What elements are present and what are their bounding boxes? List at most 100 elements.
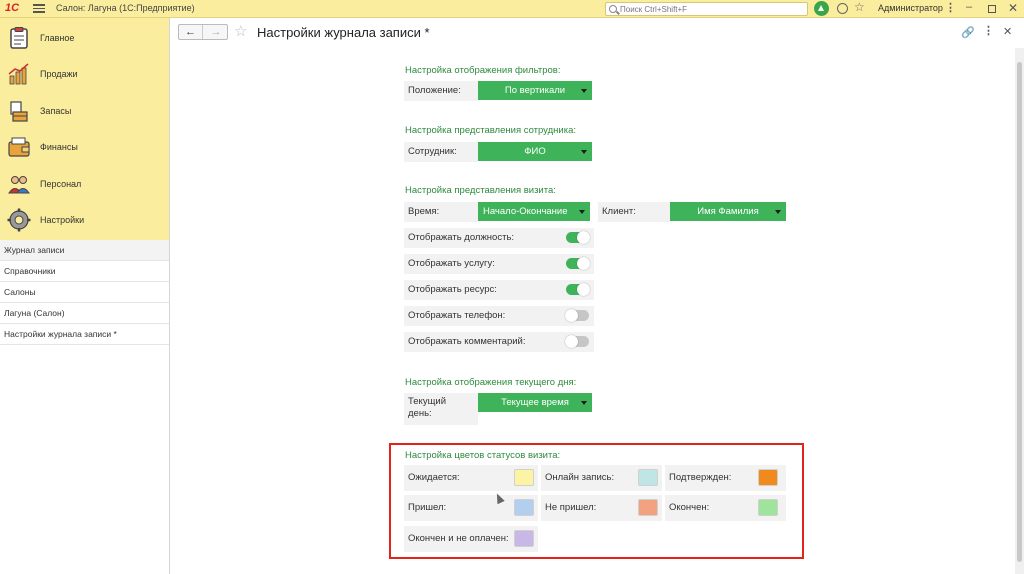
toggle-service-row: Отображать услугу: (404, 254, 594, 274)
section-main[interactable]: Главное (0, 20, 169, 56)
toggle-phone-row: Отображать телефон: (404, 306, 594, 326)
chevron-down-icon (579, 210, 585, 214)
scrollbar-thumb[interactable] (1017, 62, 1022, 562)
position-dropdown[interactable]: По вертикали (478, 81, 592, 100)
status-label: Не пришел: (545, 502, 597, 513)
time-label: Время: (404, 202, 478, 222)
form-header: ← → ☆ Настройки журнала записи * 🔗 ⋮ ✕ (171, 18, 1024, 48)
open-windows-list: Журнал записи Справочники Салоны Лагуна … (0, 240, 169, 345)
status-label: Онлайн запись: (545, 472, 615, 483)
clipboard-icon (10, 27, 28, 49)
section-label: Финансы (40, 142, 78, 153)
status-color-swatch[interactable] (638, 499, 658, 516)
show-position-toggle[interactable] (566, 231, 590, 244)
current-day-label-line1: Текущий (408, 396, 446, 407)
favorite-star-icon[interactable]: ☆ (234, 22, 247, 40)
page-title: Настройки журнала записи * (257, 25, 430, 40)
client-dropdown[interactable]: Имя Фамилия (670, 202, 786, 221)
sections-panel: Главное Продажи Запасы Финансы Персонал … (0, 18, 169, 240)
favorites-icon[interactable]: ☆ (854, 0, 865, 14)
section-label: Запасы (40, 105, 72, 116)
status-color-swatch[interactable] (514, 469, 534, 486)
show-resource-toggle[interactable] (566, 283, 590, 296)
status-label: Пришел: (408, 502, 447, 513)
open-window-item[interactable]: Салоны (0, 282, 169, 303)
stock-box-icon (10, 101, 28, 122)
toggle-label: Отображать услугу: (408, 258, 495, 269)
wallet-icon (8, 137, 30, 157)
status-label: Окончен: (669, 502, 710, 513)
toggle-resource-row: Отображать ресурс: (404, 280, 594, 300)
global-search[interactable] (605, 2, 808, 16)
visit-group-title: Настройка представления визита: (405, 185, 556, 196)
status-label: Ожидается: (408, 472, 460, 483)
client-label: Клиент: (598, 202, 670, 222)
toggle-label: Отображать телефон: (408, 310, 506, 321)
current-user[interactable]: Администратор (878, 3, 943, 13)
open-window-item-active[interactable]: Настройки журнала записи * (0, 324, 169, 345)
position-value: По вертикали (504, 85, 566, 96)
app-title: Салон: Лагуна (1С:Предприятие) (56, 3, 195, 13)
status-color-cell: Онлайн запись: (541, 465, 662, 491)
sidebar: Главное Продажи Запасы Финансы Персонал … (0, 18, 170, 574)
status-color-swatch[interactable] (514, 499, 534, 516)
top-bar: 1С Салон: Лагуна (1С:Предприятие) ☆ Адми… (0, 0, 1024, 18)
notifications-icon[interactable] (814, 1, 829, 16)
current-day-group-title: Настройка отображения текущего дня: (405, 377, 577, 388)
status-color-swatch[interactable] (638, 469, 658, 486)
toggle-comment-row: Отображать комментарий: (404, 332, 594, 352)
chevron-down-icon (775, 210, 781, 214)
filters-group-title: Настройка отображения фильтров: (405, 65, 561, 76)
chevron-down-icon (581, 89, 587, 93)
search-icon (609, 5, 617, 13)
toggle-label: Отображать комментарий: (408, 336, 526, 347)
open-window-item[interactable]: Журнал записи (0, 240, 169, 261)
section-settings[interactable]: Настройки (0, 202, 169, 238)
app-menu-icon[interactable]: ⋮ (945, 1, 956, 14)
more-icon[interactable]: ⋮ (983, 24, 994, 37)
open-window-item[interactable]: Лагуна (Салон) (0, 303, 169, 324)
section-label: Настройки (40, 214, 85, 225)
employee-label: Сотрудник: (404, 142, 478, 162)
search-input[interactable] (620, 3, 805, 15)
status-color-swatch[interactable] (758, 469, 778, 486)
maximize-icon[interactable] (988, 5, 996, 13)
employee-group-title: Настройка представления сотрудника: (405, 125, 576, 136)
link-icon[interactable]: 🔗 (961, 26, 975, 39)
show-phone-toggle[interactable] (565, 309, 589, 322)
current-day-value: Текущее время (501, 397, 569, 408)
status-color-cell: Пришел: (404, 495, 538, 521)
time-value: Начало-Окончание (483, 206, 568, 217)
toggle-position-row: Отображать должность: (404, 228, 594, 248)
status-label: Подтвержден: (669, 472, 732, 483)
current-day-label-line2: день: (408, 408, 432, 419)
back-arrow-icon[interactable]: ← (179, 25, 203, 39)
current-day-label: Текущий день: (404, 393, 478, 425)
section-label: Главное (40, 33, 75, 43)
minimize-icon[interactable]: – (966, 1, 972, 13)
current-day-dropdown[interactable]: Текущее время (478, 393, 592, 412)
show-comment-toggle[interactable] (565, 335, 589, 348)
status-label: Окончен и не оплачен: (408, 533, 509, 544)
section-label: Персонал (40, 178, 82, 189)
time-dropdown[interactable]: Начало-Окончание (478, 202, 590, 221)
show-service-toggle[interactable] (566, 257, 590, 270)
app-logo: 1С (5, 2, 20, 14)
close-app-icon[interactable]: ✕ (1008, 1, 1018, 15)
scrollbar[interactable] (1015, 48, 1024, 574)
employee-dropdown[interactable]: ФИО (478, 142, 592, 161)
status-color-swatch[interactable] (758, 499, 778, 516)
forward-arrow-icon[interactable]: → (204, 25, 228, 39)
main-menu-icon[interactable] (33, 2, 45, 14)
history-icon[interactable] (837, 3, 848, 14)
toggle-label: Отображать ресурс: (408, 284, 497, 295)
open-window-item[interactable]: Справочники (0, 261, 169, 282)
status-color-swatch[interactable] (514, 530, 534, 547)
gear-icon (7, 208, 31, 232)
client-value: Имя Фамилия (697, 206, 759, 217)
section-stock[interactable]: Запасы (0, 93, 169, 129)
section-staff[interactable]: Персонал (0, 166, 169, 202)
section-sales[interactable]: Продажи (0, 56, 169, 92)
close-icon[interactable]: ✕ (1003, 25, 1012, 38)
section-finance[interactable]: Финансы (0, 129, 169, 165)
